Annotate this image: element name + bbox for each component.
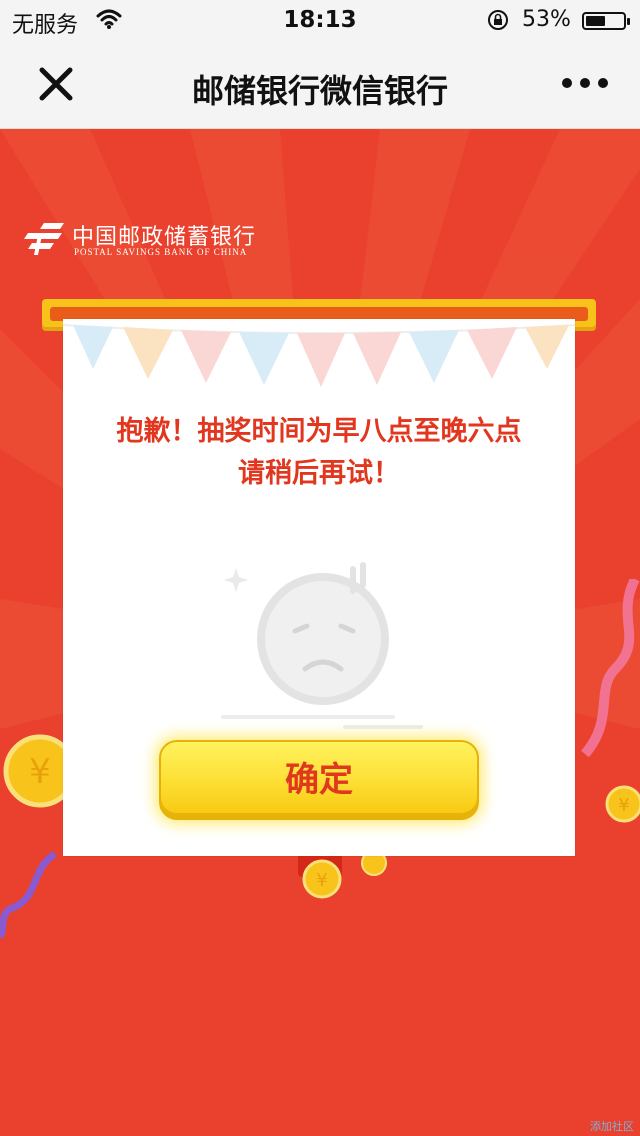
bank-logo: 中国邮政储蓄银行 POSTAL SAVINGS BANK OF CHINA <box>24 217 284 267</box>
watermark: 添加社区 <box>590 1120 634 1133</box>
dialog-message: 抱歉！抽奖时间为早八点至晚六点 请稍后再试！ <box>63 411 575 495</box>
alert-dialog: 抱歉！抽奖时间为早八点至晚六点 请稍后再试！ 确定 <box>63 319 575 856</box>
message-line-2: 请稍后再试！ <box>238 458 400 489</box>
battery-level <box>586 16 605 26</box>
nav-bar: 邮储银行微信银行 <box>0 40 640 129</box>
lottery-page: 中国邮政储蓄银行 POSTAL SAVINGS BANK OF CHINA ¥ … <box>0 129 640 1136</box>
confirm-button[interactable]: 确定 <box>159 740 479 820</box>
more-dots-icon[interactable] <box>560 72 610 94</box>
rotation-lock-icon <box>488 10 508 30</box>
svg-text:¥: ¥ <box>316 870 327 891</box>
bank-name-en: POSTAL SAVINGS BANK OF CHINA <box>74 247 248 257</box>
postal-logo-icon <box>24 223 64 255</box>
svg-text:¥: ¥ <box>29 752 51 792</box>
sad-face-icon <box>221 562 423 729</box>
ribbon-icon <box>0 851 58 939</box>
message-line-1: 抱歉！抽奖时间为早八点至晚六点 <box>116 416 522 447</box>
status-bar: 无服务 18:13 53% <box>0 0 640 40</box>
battery-icon <box>582 12 630 30</box>
coin-icon: ¥ <box>605 785 640 823</box>
battery-percent: 53% <box>522 7 571 32</box>
svg-text:¥: ¥ <box>618 795 629 816</box>
bunting-decoration <box>63 324 575 387</box>
page-title: 邮储银行微信银行 <box>191 72 448 110</box>
ribbon-icon <box>581 579 640 758</box>
coin-icon: ¥ <box>3 734 64 808</box>
